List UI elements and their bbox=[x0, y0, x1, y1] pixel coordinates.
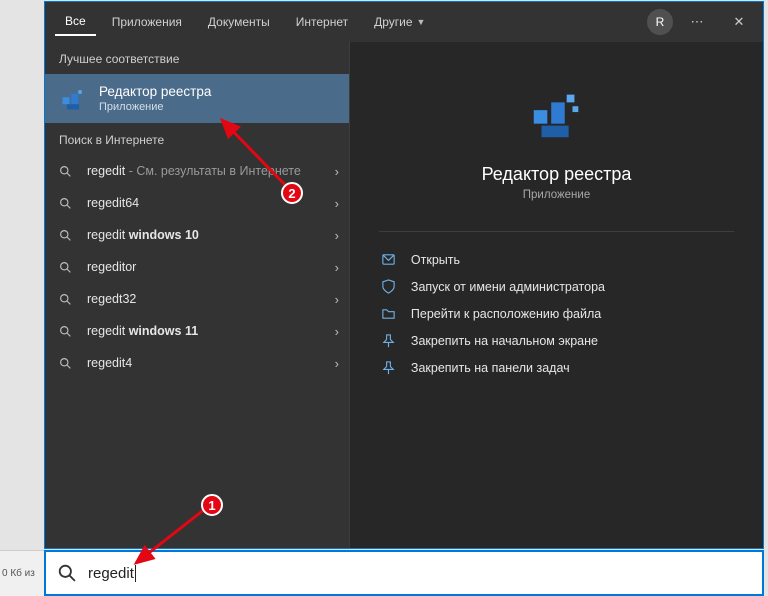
action-run-as-admin[interactable]: Запуск от имени администратора bbox=[379, 273, 734, 300]
search-icon bbox=[59, 293, 77, 306]
result-prefix: regedit bbox=[87, 228, 129, 242]
web-result-item[interactable]: regedit - См. результаты в Интернете › bbox=[45, 155, 349, 187]
result-term: regeditor bbox=[87, 260, 136, 274]
result-term: regedit4 bbox=[87, 356, 132, 370]
chevron-right-icon: › bbox=[335, 260, 339, 275]
pin-icon bbox=[381, 360, 397, 375]
registry-editor-icon-large bbox=[521, 78, 593, 150]
annotation-marker-2: 2 bbox=[281, 182, 303, 204]
close-icon: ✕ bbox=[734, 14, 745, 30]
ellipsis-icon: ⋯ bbox=[691, 14, 704, 30]
chevron-down-icon: ▼ bbox=[417, 17, 426, 27]
chevron-right-icon: › bbox=[335, 196, 339, 211]
chevron-right-icon: › bbox=[335, 356, 339, 371]
best-match-item[interactable]: Редактор реестра Приложение bbox=[45, 74, 349, 123]
best-match-header: Лучшее соответствие bbox=[45, 42, 349, 74]
web-result-item[interactable]: regedit64 › bbox=[45, 187, 349, 219]
avatar[interactable]: R bbox=[647, 9, 673, 35]
result-prefix: regedit bbox=[87, 324, 129, 338]
folder-icon bbox=[381, 306, 397, 321]
search-icon bbox=[58, 564, 76, 582]
start-search-window: Все Приложения Документы Интернет Другие… bbox=[44, 1, 764, 549]
action-open-file-location[interactable]: Перейти к расположению файла bbox=[379, 300, 734, 327]
action-label: Закрепить на панели задач bbox=[411, 361, 570, 375]
action-pin-to-start[interactable]: Закрепить на начальном экране bbox=[379, 327, 734, 354]
result-term: regedit64 bbox=[87, 196, 139, 210]
tab-documents[interactable]: Документы bbox=[198, 8, 280, 36]
web-results-header: Поиск в Интернете bbox=[45, 123, 349, 155]
action-open[interactable]: Открыть bbox=[379, 246, 734, 273]
action-label: Закрепить на начальном экране bbox=[411, 334, 598, 348]
detail-pane: Редактор реестра Приложение Открыть Запу… bbox=[349, 42, 763, 548]
tab-more-label: Другие bbox=[374, 15, 412, 29]
action-label: Перейти к расположению файла bbox=[411, 307, 601, 321]
open-icon bbox=[381, 252, 397, 267]
chevron-right-icon: › bbox=[335, 324, 339, 339]
search-icon bbox=[59, 197, 77, 210]
detail-actions: Открыть Запуск от имени администратора П… bbox=[379, 246, 734, 381]
tab-more[interactable]: Другие ▼ bbox=[364, 8, 435, 36]
result-term: regedit bbox=[87, 164, 125, 178]
detail-title: Редактор реестра bbox=[482, 164, 632, 185]
search-icon bbox=[59, 261, 77, 274]
search-icon bbox=[59, 357, 77, 370]
action-label: Запуск от имени администратора bbox=[411, 280, 605, 294]
close-button[interactable]: ✕ bbox=[721, 7, 757, 37]
action-label: Открыть bbox=[411, 253, 460, 267]
best-match-subtitle: Приложение bbox=[99, 101, 211, 113]
annotation-marker-1: 1 bbox=[201, 494, 223, 516]
results-pane: Лучшее соответствие Редактор реестра При… bbox=[45, 42, 349, 548]
web-result-item[interactable]: regeditor › bbox=[45, 251, 349, 283]
result-term: regedt32 bbox=[87, 292, 136, 306]
web-result-item[interactable]: regedt32 › bbox=[45, 283, 349, 315]
search-icon bbox=[59, 229, 77, 242]
chevron-right-icon: › bbox=[335, 164, 339, 179]
search-icon bbox=[59, 325, 77, 338]
web-result-item[interactable]: regedit windows 11 › bbox=[45, 315, 349, 347]
tab-apps[interactable]: Приложения bbox=[102, 8, 192, 36]
web-results-list: regedit - См. результаты в Интернете › r… bbox=[45, 155, 349, 548]
web-result-item[interactable]: regedit4 › bbox=[45, 347, 349, 379]
tab-web[interactable]: Интернет bbox=[286, 8, 358, 36]
best-match-title: Редактор реестра bbox=[99, 84, 211, 99]
filter-tabs: Все Приложения Документы Интернет Другие… bbox=[55, 8, 647, 36]
divider bbox=[379, 231, 734, 232]
more-button[interactable]: ⋯ bbox=[679, 7, 715, 37]
pin-icon bbox=[381, 333, 397, 348]
action-pin-to-taskbar[interactable]: Закрепить на панели задач bbox=[379, 354, 734, 381]
registry-editor-icon bbox=[59, 85, 87, 113]
chevron-right-icon: › bbox=[335, 228, 339, 243]
external-status-text: 0 Кб из bbox=[0, 550, 44, 596]
result-term-bold: windows 11 bbox=[129, 324, 198, 338]
search-icon bbox=[59, 165, 77, 178]
top-bar: Все Приложения Документы Интернет Другие… bbox=[45, 2, 763, 42]
chevron-right-icon: › bbox=[335, 292, 339, 307]
tab-all[interactable]: Все bbox=[55, 8, 96, 36]
shield-icon bbox=[381, 279, 397, 294]
result-term-bold: windows 10 bbox=[129, 228, 199, 242]
web-result-item[interactable]: regedit windows 10 › bbox=[45, 219, 349, 251]
detail-subtitle: Приложение bbox=[523, 189, 590, 201]
